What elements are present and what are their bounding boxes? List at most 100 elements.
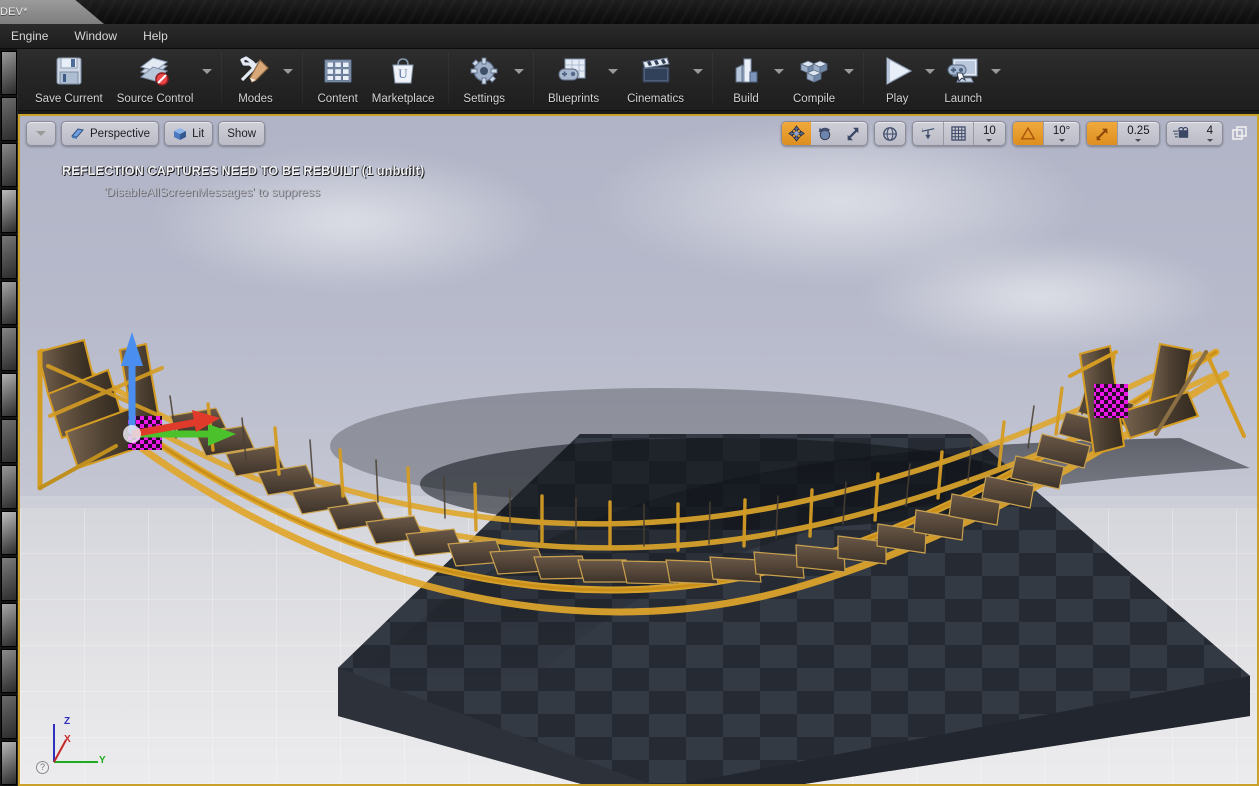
build-button-dropdown-caret[interactable]	[772, 49, 786, 107]
thumbnail-item[interactable]	[0, 557, 17, 601]
file-group: Save Current Source Control	[28, 49, 214, 111]
show-label: Show	[227, 127, 257, 140]
camera-speed-button[interactable]	[1167, 122, 1198, 145]
content-group: Content U Marketplace	[310, 49, 441, 111]
toolbar-separator	[712, 52, 713, 104]
clapperboard-icon	[637, 55, 675, 87]
compile-button[interactable]: Compile	[786, 49, 842, 107]
thumbnail-item[interactable]	[0, 649, 17, 693]
transform-mode-pill	[781, 121, 869, 146]
surface-snap-icon: ↓	[921, 126, 935, 139]
chevron-down-icon	[1058, 138, 1065, 142]
build-button[interactable]: Build	[720, 49, 772, 107]
chevron-down-icon	[693, 68, 703, 74]
maximize-viewport-button[interactable]	[1229, 123, 1251, 145]
scale-mode-button[interactable]	[839, 122, 867, 145]
thumbnail-item[interactable]	[0, 143, 17, 187]
modes-button-dropdown-caret[interactable]	[281, 49, 295, 107]
thumbnail-item[interactable]	[0, 465, 17, 509]
thumbnail-item[interactable]	[0, 741, 17, 785]
viewport-help-badge[interactable]: ?	[36, 761, 49, 774]
save-current-button[interactable]: Save Current	[28, 49, 110, 107]
content-browser-icon	[319, 55, 357, 87]
viewport-options-caret[interactable]	[27, 122, 55, 145]
launch-button-dropdown-caret[interactable]	[989, 49, 1003, 107]
source-control-button-label: Source Control	[116, 93, 194, 105]
build-blocks-icon	[727, 55, 765, 87]
menu-help[interactable]: Help	[130, 25, 181, 48]
toolbar-separator	[448, 52, 450, 104]
svg-text:↓: ↓	[922, 126, 924, 131]
thumbnail-item[interactable]	[0, 327, 17, 371]
world-coordinate-button[interactable]	[875, 122, 905, 145]
lit-button[interactable]: Lit	[165, 122, 212, 145]
scale-snap-value[interactable]: 0.25	[1118, 122, 1158, 145]
modes-button[interactable]: Modes	[229, 49, 281, 107]
perspective-camera-icon	[71, 128, 84, 139]
left-thumbnail-strip[interactable]	[0, 49, 18, 786]
thumbnail-item[interactable]	[0, 281, 17, 325]
perspective-button[interactable]: Perspective	[62, 122, 158, 145]
build-group: Build Compile	[720, 49, 856, 111]
thumbnail-item[interactable]	[0, 235, 17, 279]
modes-group: Modes	[229, 49, 295, 111]
cinematics-button-dropdown-caret[interactable]	[691, 49, 705, 107]
thumbnail-item[interactable]	[0, 511, 17, 555]
view-mode-pill[interactable]: Perspective	[61, 121, 160, 146]
rotate-mode-button[interactable]	[811, 122, 839, 145]
launch-button-label: Launch	[944, 93, 983, 105]
thumbnail-item[interactable]	[0, 419, 17, 463]
translate-mode-button[interactable]	[782, 122, 812, 145]
scale-snap-value-text: 0.25	[1127, 124, 1150, 137]
chevron-down-icon	[986, 138, 993, 142]
thumbnail-item[interactable]	[0, 373, 17, 417]
thumbnail-item[interactable]	[0, 603, 17, 647]
lighting-mode-pill[interactable]: Lit	[164, 121, 214, 146]
show-button[interactable]: Show	[219, 122, 264, 145]
project-tab-label: DEV*	[0, 6, 28, 18]
chevron-down-icon	[36, 131, 46, 136]
scale-snap-button[interactable]	[1087, 122, 1118, 145]
viewport-options-pill[interactable]	[26, 121, 56, 146]
play-triangle-icon	[878, 55, 916, 87]
build-button-label: Build	[733, 93, 759, 105]
thumbnail-item[interactable]	[0, 189, 17, 233]
play-button[interactable]: Play	[871, 49, 923, 107]
main-toolbar: Save Current Source Control Modes Conten…	[0, 49, 1259, 111]
save-current-button-label: Save Current	[35, 93, 103, 105]
play-button-dropdown-caret[interactable]	[923, 49, 937, 107]
thumbnail-item[interactable]	[0, 695, 17, 739]
show-menu-pill[interactable]: Show	[218, 121, 266, 146]
scale-snap-pill: 0.25	[1086, 121, 1160, 146]
angle-snap-button[interactable]	[1012, 122, 1043, 145]
cinematics-button[interactable]: Cinematics	[620, 49, 691, 107]
maximize-icon	[1232, 125, 1247, 140]
settings-button-dropdown-caret[interactable]	[512, 49, 526, 107]
viewport-canvas[interactable]: REFLECTION CAPTURES NEED TO BE REBUILT (…	[20, 116, 1257, 784]
perspective-label: Perspective	[90, 127, 151, 140]
marketplace-button[interactable]: U Marketplace	[365, 49, 442, 107]
thumbnail-item[interactable]	[0, 51, 17, 95]
modes-button-label: Modes	[238, 93, 273, 105]
source-control-button-dropdown-caret[interactable]	[200, 49, 214, 107]
settings-button[interactable]: Settings	[456, 49, 512, 107]
level-viewport[interactable]: REFLECTION CAPTURES NEED TO BE REBUILT (…	[18, 114, 1259, 786]
grid-snap-button[interactable]	[944, 122, 973, 145]
rope-bridge-scene	[36, 332, 1250, 784]
grid-snap-value[interactable]: 10	[974, 122, 1005, 145]
selected-actor-right	[1094, 384, 1128, 418]
source-control-button[interactable]: Source Control	[110, 49, 201, 107]
menu-window[interactable]: Window	[61, 25, 130, 48]
camera-speed-value[interactable]: 4	[1198, 122, 1222, 145]
viewport-toolbar-left: Perspective Lit Show	[26, 121, 266, 146]
menu-engine[interactable]: Engine	[0, 25, 61, 48]
angle-snap-value[interactable]: 10°	[1044, 122, 1079, 145]
surface-snap-button[interactable]: ↓	[913, 122, 943, 145]
blueprints-button[interactable]: Blueprints	[541, 49, 606, 107]
launch-button[interactable]: Launch	[937, 49, 989, 107]
thumbnail-item[interactable]	[0, 97, 17, 141]
blueprints-button-dropdown-caret[interactable]	[606, 49, 620, 107]
compile-button-dropdown-caret[interactable]	[842, 49, 856, 107]
angle-snap-pill: 10°	[1011, 121, 1081, 146]
content-button[interactable]: Content	[310, 49, 364, 107]
